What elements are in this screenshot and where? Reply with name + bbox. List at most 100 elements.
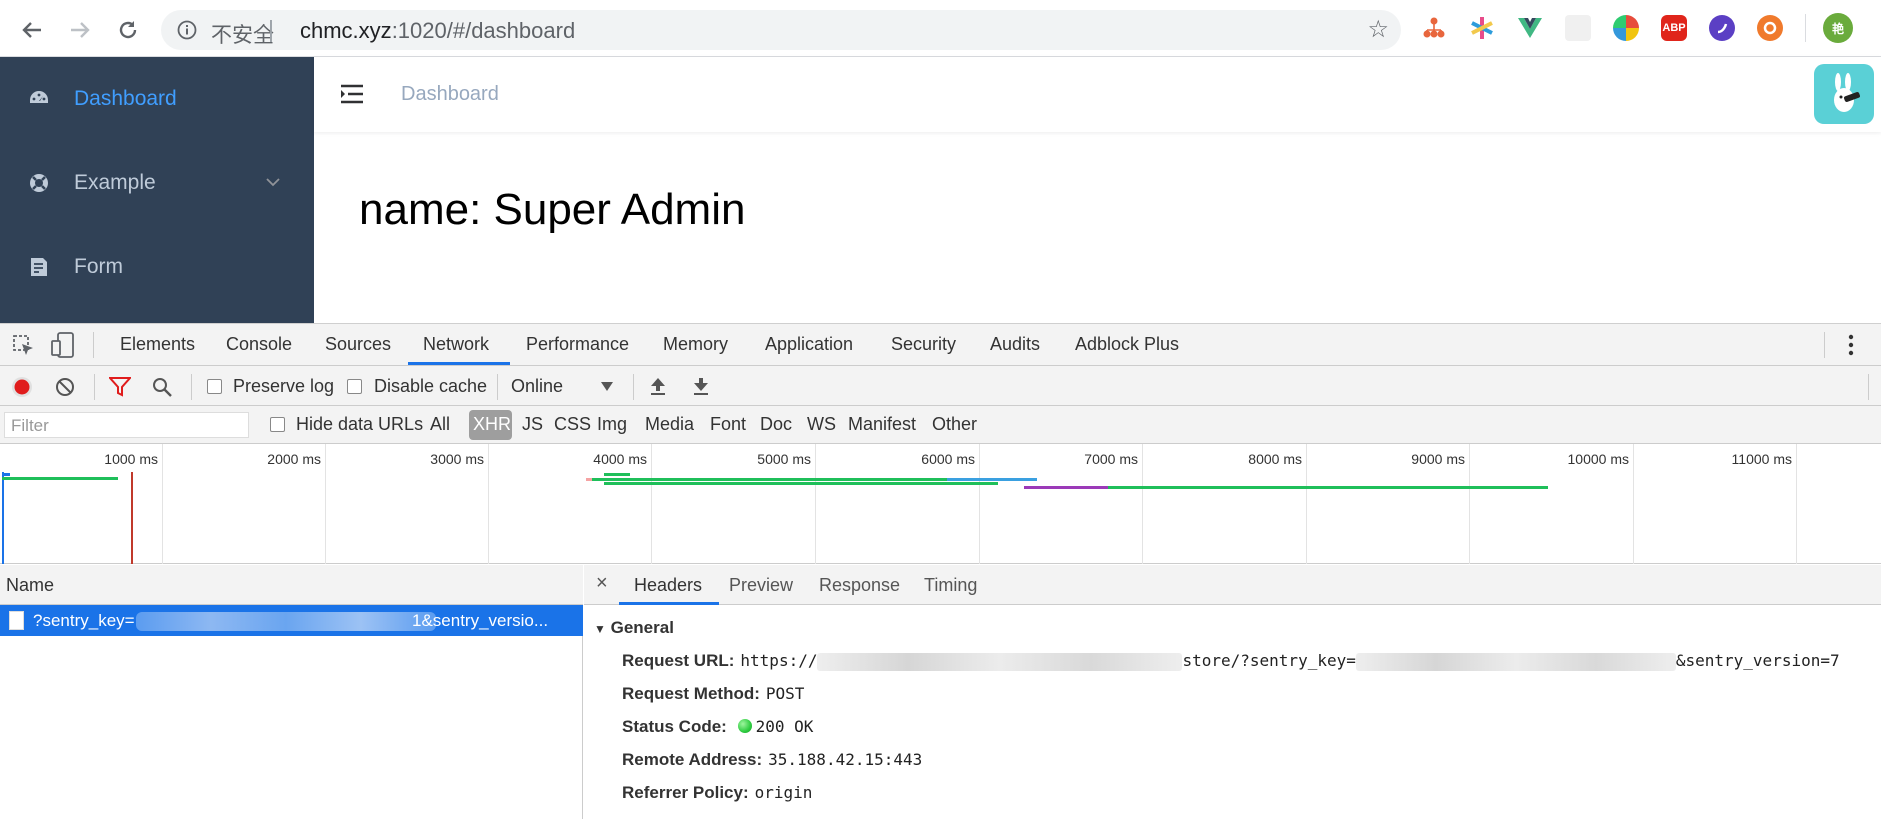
clear-icon[interactable]: [55, 377, 75, 397]
request-bar: [2, 477, 118, 480]
device-toolbar-icon[interactable]: [51, 332, 75, 358]
timeline-tick-label: 4000 ms: [593, 451, 647, 467]
tab-security[interactable]: Security: [891, 334, 956, 355]
tab-console[interactable]: Console: [226, 334, 292, 355]
redacted-host: [817, 652, 1183, 671]
timeline-gridline: [815, 444, 816, 564]
sidebar-item-example[interactable]: Example: [0, 141, 314, 225]
sidebar-item-label: Dashboard: [74, 87, 177, 110]
record-icon[interactable]: [11, 376, 33, 398]
filter-type-manifest[interactable]: Manifest: [848, 414, 916, 435]
general-section-header[interactable]: ▼ General: [594, 618, 674, 638]
breadcrumb[interactable]: Dashboard: [401, 83, 499, 106]
orange-lifebuoy-extension-icon[interactable]: [1757, 15, 1783, 41]
dom-content-loaded-marker: [2, 472, 4, 564]
table-row[interactable]: ?sentry_key= 1&sentry_versio...: [0, 605, 583, 636]
detail-tab-bar: × Headers Preview Response Timing: [584, 565, 1881, 605]
dropdown-arrow-icon: [601, 382, 613, 391]
filter-type-font[interactable]: Font: [710, 414, 746, 435]
throttle-select[interactable]: Online: [505, 370, 620, 402]
general-section-label: General: [610, 618, 674, 637]
filter-type-media[interactable]: Media: [645, 414, 694, 435]
filter-type-xhr[interactable]: XHR: [473, 414, 511, 435]
timeline-gridline: [651, 444, 652, 564]
filter-input[interactable]: Filter: [4, 412, 249, 438]
tab-preview[interactable]: Preview: [729, 575, 793, 596]
more-vertical-icon[interactable]: [1847, 334, 1855, 356]
request-bar: [604, 473, 630, 476]
request-bar: [592, 478, 947, 481]
timeline-gridline: [979, 444, 980, 564]
tab-performance[interactable]: Performance: [526, 334, 629, 355]
sitemap-extension-icon[interactable]: [1421, 15, 1447, 41]
filter-type-other[interactable]: Other: [932, 414, 977, 435]
hide-data-urls-label: Hide data URLs: [296, 414, 424, 434]
sidebar: Dashboard Example Form: [0, 57, 314, 323]
disable-cache-checkbox[interactable]: [347, 379, 362, 394]
url-text[interactable]: chmc.xyz:1020/#/dashboard: [300, 18, 575, 44]
tab-response[interactable]: Response: [819, 575, 900, 596]
preserve-log-checkbox[interactable]: [207, 379, 222, 394]
form-icon: [31, 258, 47, 276]
dashboard-icon: [30, 91, 48, 103]
bookmark-star-icon[interactable]: ☆: [1367, 18, 1389, 42]
filter-type-img[interactable]: Img: [597, 414, 627, 435]
vue-devtools-icon[interactable]: [1517, 15, 1543, 41]
back-button[interactable]: [14, 12, 50, 48]
reload-button[interactable]: [110, 12, 146, 48]
request-url-prefix: https://: [740, 651, 818, 670]
tab-network[interactable]: Network: [423, 334, 489, 355]
tab-memory[interactable]: Memory: [663, 334, 728, 355]
tab-elements[interactable]: Elements: [120, 334, 195, 355]
timeline-gridline: [1306, 444, 1307, 564]
network-overview-timeline[interactable]: 1000 ms 2000 ms 3000 ms 4000 ms 5000 ms …: [0, 444, 1881, 564]
hamburger-icon[interactable]: [340, 84, 364, 104]
colorful-extension-icon[interactable]: [1613, 15, 1639, 41]
chevron-down-icon: [266, 178, 280, 187]
address-bar[interactable]: 不安全 | chmc.xyz:1020/#/dashboard ☆: [161, 10, 1401, 50]
status-code-value: 200 OK: [755, 717, 814, 736]
timeline-gridline: [1469, 444, 1470, 564]
filter-funnel-icon[interactable]: [109, 377, 131, 397]
close-icon[interactable]: ×: [596, 572, 608, 595]
filter-type-all[interactable]: All: [430, 414, 450, 435]
filter-type-doc[interactable]: Doc: [760, 414, 792, 435]
info-icon[interactable]: [177, 20, 197, 40]
request-detail-panel: × Headers Preview Response Timing ▼ Gene…: [584, 565, 1881, 819]
asterisk-extension-icon[interactable]: [1469, 15, 1495, 41]
sidebar-item-dashboard[interactable]: Dashboard: [0, 57, 314, 141]
tab-audits[interactable]: Audits: [990, 334, 1040, 355]
blue-s-extension-icon[interactable]: [1709, 15, 1735, 41]
timeline-tick-label: 3000 ms: [430, 451, 484, 467]
load-event-marker: [131, 472, 133, 564]
grey-extension-icon[interactable]: [1565, 15, 1591, 41]
profile-avatar[interactable]: 艳: [1823, 13, 1853, 43]
sidebar-item-form[interactable]: Form: [0, 225, 314, 309]
selected-detail-tab-indicator: [619, 602, 719, 605]
adblock-plus-icon[interactable]: ABP: [1661, 15, 1687, 41]
filter-type-js[interactable]: JS: [522, 414, 543, 435]
forward-button[interactable]: [62, 12, 98, 48]
search-icon[interactable]: [152, 377, 172, 397]
export-har-icon[interactable]: [692, 376, 710, 396]
column-name[interactable]: Name: [6, 575, 54, 596]
avatar[interactable]: [1814, 64, 1874, 124]
request-name-prefix: ?sentry_key=: [33, 611, 135, 630]
inspect-element-icon[interactable]: [13, 335, 35, 357]
tab-headers[interactable]: Headers: [634, 575, 702, 596]
tab-timing[interactable]: Timing: [924, 575, 977, 596]
redacted-key: [136, 612, 436, 631]
toolbar-divider: [633, 374, 634, 400]
tab-application[interactable]: Application: [765, 334, 853, 355]
timeline-tick-label: 2000 ms: [267, 451, 321, 467]
toolbar-divider: [1805, 14, 1806, 42]
reload-icon: [119, 21, 137, 39]
hide-data-urls-checkbox[interactable]: [270, 417, 285, 432]
filter-type-ws[interactable]: WS: [807, 414, 836, 435]
tab-sources[interactable]: Sources: [325, 334, 391, 355]
back-arrow-icon: [22, 22, 41, 38]
header-row-request-method: Request Method: POST: [622, 684, 804, 704]
tab-adblock-plus[interactable]: Adblock Plus: [1075, 334, 1179, 355]
filter-type-css[interactable]: CSS: [554, 414, 591, 435]
import-har-icon[interactable]: [649, 376, 667, 396]
